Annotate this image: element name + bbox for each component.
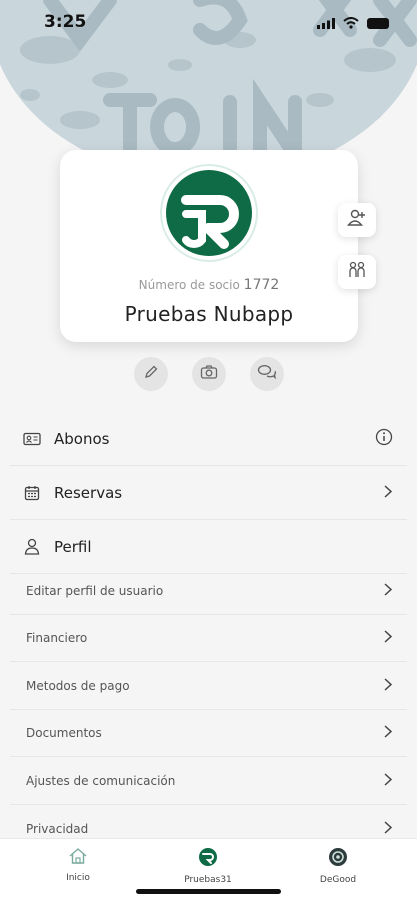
- chevron-right-icon: [383, 677, 393, 696]
- menu-sub-item[interactable]: Metodos de pago: [10, 663, 407, 710]
- degood-icon: [328, 848, 348, 871]
- add-user-button[interactable]: [338, 203, 376, 237]
- menu-item-perfil[interactable]: Perfil: [10, 520, 407, 574]
- camera-button[interactable]: [192, 357, 226, 391]
- tab-pruebas31-label: Pruebas31: [184, 875, 232, 885]
- menu-item-abonos-label: Abonos: [54, 429, 110, 448]
- chevron-right-icon: [383, 582, 393, 601]
- menu-sub-item-label: Ajustes de comunicación: [26, 774, 176, 788]
- member-number: Número de socio 1772: [60, 277, 358, 293]
- menu-sub-item-label: Metodos de pago: [26, 679, 130, 693]
- menu-item-perfil-label: Perfil: [54, 537, 92, 556]
- home-indicator: [136, 889, 281, 894]
- profile-card: Número de socio 1772 Pruebas Nubapp: [60, 150, 358, 342]
- menu-item-reservas-label: Reservas: [54, 483, 123, 502]
- menu-sub-item-label: Documentos: [26, 726, 102, 740]
- chevron-right-icon: [383, 772, 393, 791]
- calendar-icon: [22, 483, 42, 503]
- tab-degood[interactable]: DeGood: [288, 847, 388, 885]
- family-icon: [347, 261, 367, 283]
- menu-sub-item[interactable]: Financiero: [10, 615, 407, 662]
- member-number-value: 1772: [243, 277, 280, 293]
- status-bar: 3:25: [0, 0, 417, 44]
- menu-item-abonos[interactable]: Abonos: [10, 412, 407, 466]
- chevron-right-icon: [383, 820, 393, 839]
- chat-icon: [257, 364, 277, 384]
- family-members-button[interactable]: [338, 255, 376, 289]
- menu-sub-item-label: Financiero: [26, 631, 88, 645]
- home-icon: [68, 848, 88, 869]
- chevron-right-icon: [383, 724, 393, 743]
- member-number-label: Número de socio: [138, 278, 240, 292]
- battery-icon: [367, 18, 389, 29]
- menu-sub-item-label: Privacidad: [26, 822, 89, 836]
- tab-inicio-label: Inicio: [66, 873, 90, 883]
- chevron-right-icon: [383, 629, 393, 648]
- menu-item-reservas[interactable]: Reservas: [10, 466, 407, 520]
- status-time: 3:25: [44, 12, 87, 32]
- tab-pruebas31[interactable]: Pruebas31: [158, 847, 258, 885]
- tab-inicio[interactable]: Inicio: [28, 847, 128, 883]
- chat-button[interactable]: [250, 357, 284, 391]
- club-logo-icon: [198, 848, 218, 871]
- info-icon[interactable]: [375, 428, 393, 450]
- menu-sub-item[interactable]: Editar perfil de usuario: [10, 568, 407, 615]
- wifi-icon: [343, 14, 359, 33]
- menu-sub-item[interactable]: Documentos: [10, 710, 407, 757]
- menu-sub-item-label: Editar perfil de usuario: [26, 584, 164, 598]
- pencil-icon: [143, 364, 159, 384]
- chevron-right-icon: [383, 483, 393, 502]
- club-logo: [160, 164, 258, 262]
- tab-degood-label: DeGood: [319, 875, 357, 885]
- menu-sub-item[interactable]: Ajustes de comunicación: [10, 758, 407, 805]
- profile-name: Pruebas Nubapp: [124, 302, 294, 326]
- add-user-icon: [347, 209, 367, 231]
- id-card-icon: [22, 429, 42, 449]
- signal-icon: [317, 14, 335, 33]
- user-icon: [22, 537, 42, 557]
- camera-icon: [200, 364, 218, 384]
- club-logo-icon: [166, 170, 252, 256]
- edit-button[interactable]: [134, 357, 168, 391]
